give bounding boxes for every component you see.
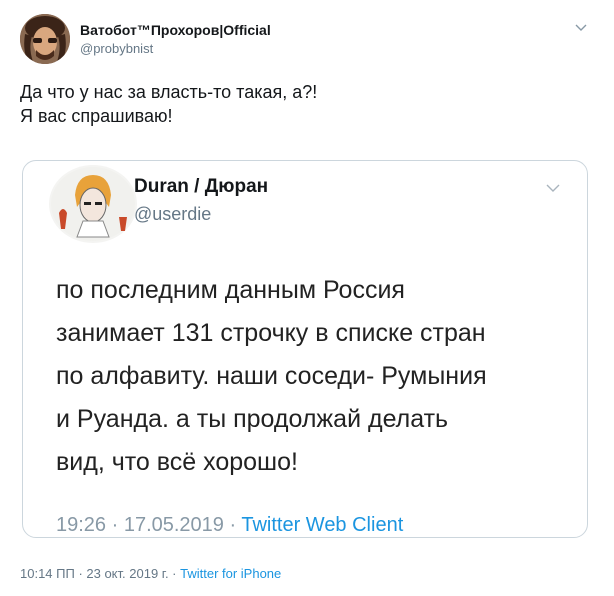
chevron-down-icon[interactable] xyxy=(545,183,561,193)
quoted-avatar-image xyxy=(51,167,135,241)
chevron-down-icon[interactable] xyxy=(574,22,588,32)
tweet-text: Да что у нас за власть-то такая, а?! Я в… xyxy=(20,80,580,128)
quoted-text-line: вид, что всё хорошо! xyxy=(56,448,298,476)
tweet-text-line: Да что у нас за власть-то такая, а?! xyxy=(20,82,318,102)
tweet-text-line: Я вас спрашиваю! xyxy=(20,106,173,126)
tweet-source-link[interactable]: Twitter for iPhone xyxy=(180,566,281,581)
quoted-text-line: по алфавиту. наши соседи- Румыния xyxy=(56,362,487,390)
avatar-image xyxy=(20,14,70,64)
quoted-timestamp[interactable]: 19:26 · 17.05.2019 · xyxy=(56,514,241,536)
tweet: Ватобот™Прохоров|Official @probybnist Да… xyxy=(0,0,614,596)
quoted-author-avatar[interactable] xyxy=(49,165,137,243)
quoted-author-handle[interactable]: @userdie xyxy=(134,204,211,225)
author-name[interactable]: Ватобот™Прохоров|Official xyxy=(80,22,271,38)
author-avatar[interactable] xyxy=(20,14,70,64)
tweet-meta: 10:14 ПП · 23 окт. 2019 г. · Twitter for… xyxy=(20,566,281,581)
quoted-tweet-meta: 19:26 · 17.05.2019 · Twitter Web Client xyxy=(56,513,403,537)
tweet-timestamp[interactable]: 10:14 ПП · 23 окт. 2019 г. · xyxy=(20,566,180,581)
quoted-text-line: по последним данным Россия xyxy=(56,276,405,304)
quoted-tweet-text: по последним данным Россия занимает 131 … xyxy=(56,269,576,484)
quoted-text-line: и Руанда. а ты продолжай делать xyxy=(56,405,449,433)
quoted-author-name[interactable]: Duran / Дюран xyxy=(134,176,268,198)
quoted-text-line: занимает 131 строчку в списке стран xyxy=(56,319,486,347)
quoted-source-link[interactable]: Twitter Web Client xyxy=(241,514,403,536)
author-handle[interactable]: @probybnist xyxy=(80,41,153,56)
quoted-tweet-card[interactable]: Duran / Дюран @userdie по последним данн… xyxy=(22,160,588,538)
